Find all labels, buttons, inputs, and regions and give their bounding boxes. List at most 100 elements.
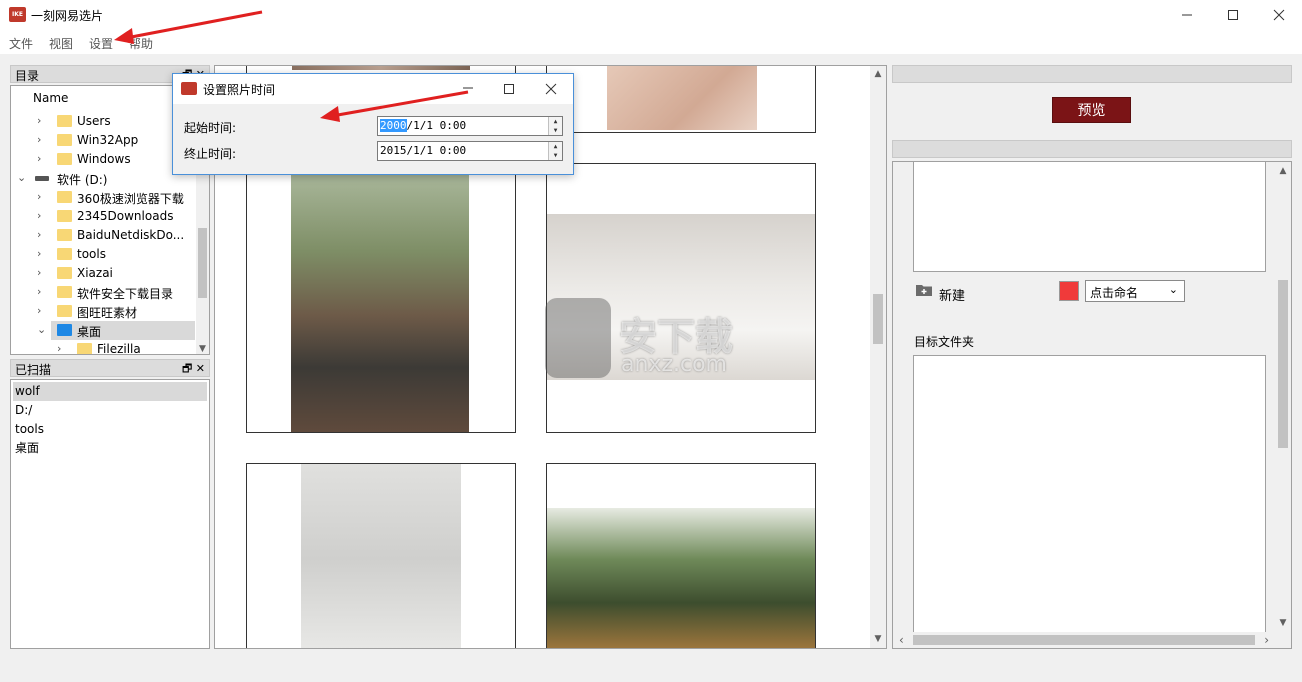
- new-button[interactable]: 新建: [939, 285, 965, 304]
- preview-button[interactable]: 预览: [1052, 97, 1131, 123]
- chevron-down-icon[interactable]: ⌄: [1169, 283, 1178, 296]
- end-time-value: 2015/1/1 0:00: [380, 144, 467, 157]
- tree-item-win32app[interactable]: › Win32App: [11, 131, 195, 150]
- photo-grid-scrollbar[interactable]: ▲ ▼: [870, 66, 886, 648]
- tree-item-label: Filezilla: [97, 342, 141, 355]
- scroll-down-icon[interactable]: ▼: [870, 634, 886, 644]
- scroll-down-icon[interactable]: ▼: [196, 344, 209, 354]
- scrollbar-thumb[interactable]: [198, 228, 207, 298]
- dialog-app-icon: [181, 82, 197, 95]
- menu-view[interactable]: 视图: [49, 35, 73, 52]
- tree-item-baidunetdisk[interactable]: › BaiduNetdiskDo...: [11, 226, 195, 245]
- maximize-icon: [1228, 10, 1238, 20]
- chevron-right-icon[interactable]: ›: [37, 228, 47, 241]
- window-title: 一刻网易选片: [31, 9, 104, 23]
- photo-card[interactable]: [546, 66, 816, 133]
- scroll-right-icon[interactable]: ›: [1264, 633, 1269, 647]
- tree-item-label: Windows: [77, 152, 131, 166]
- tree-item-windows[interactable]: › Windows: [11, 150, 195, 169]
- horizontal-scrollbar[interactable]: ‹ ›: [895, 632, 1275, 648]
- new-folder-icon[interactable]: [915, 283, 933, 297]
- chevron-right-icon[interactable]: ›: [37, 304, 47, 317]
- desktop-folder-icon: [57, 324, 72, 336]
- watermark-shield-icon: [545, 298, 611, 378]
- dialog-maximize-button[interactable]: [489, 74, 529, 104]
- tree-column-header[interactable]: Name: [33, 91, 68, 105]
- tree-item-360-downloads[interactable]: › 360极速浏览器下载: [11, 188, 195, 207]
- scroll-left-icon[interactable]: ‹: [899, 633, 904, 647]
- scroll-up-icon[interactable]: ▲: [1275, 166, 1291, 176]
- tree-item-tuwangwang[interactable]: › 图旺旺素材: [11, 302, 195, 321]
- end-time-spinner[interactable]: ▲ ▼: [548, 142, 562, 160]
- scroll-down-icon[interactable]: ▼: [1275, 618, 1291, 628]
- dialog-close-button[interactable]: [531, 74, 573, 104]
- tree-item-label: 360极速浏览器下载: [77, 192, 184, 206]
- photo-thumbnail[interactable]: [607, 66, 757, 130]
- chevron-right-icon[interactable]: ›: [37, 209, 47, 222]
- app-logo: IKE: [9, 7, 26, 22]
- chevron-down-icon[interactable]: ⌄: [37, 323, 47, 336]
- list-item[interactable]: tools: [13, 420, 207, 439]
- target-folder-label: 目标文件夹: [914, 335, 975, 349]
- photo-thumbnail[interactable]: [292, 66, 470, 70]
- scrollbar-thumb[interactable]: [873, 294, 883, 344]
- close-icon: [545, 83, 557, 95]
- scanned-list: wolf D:/ tools 桌面: [10, 379, 210, 649]
- list-item[interactable]: D:/: [13, 401, 207, 420]
- list-item[interactable]: wolf: [13, 382, 207, 401]
- category-list[interactable]: [913, 162, 1266, 272]
- chevron-right-icon[interactable]: ›: [37, 152, 47, 165]
- scanned-panel-header: 已扫描 🗗 ✕: [10, 359, 210, 377]
- scrollbar-thumb[interactable]: [913, 635, 1255, 645]
- folder-icon: [57, 305, 72, 317]
- minimize-button[interactable]: [1164, 0, 1210, 30]
- start-time-spinner[interactable]: ▲ ▼: [548, 117, 562, 135]
- chevron-down-icon[interactable]: ⌄: [17, 171, 27, 184]
- photo-card[interactable]: [246, 463, 516, 648]
- close-button[interactable]: [1256, 0, 1302, 30]
- tree-item-tools[interactable]: › tools: [11, 245, 195, 264]
- photo-thumbnail[interactable]: [301, 464, 461, 648]
- photo-card[interactable]: [546, 463, 816, 648]
- tree-item-xiazai[interactable]: › Xiazai: [11, 264, 195, 283]
- maximize-button[interactable]: [1210, 0, 1256, 30]
- minimize-icon: [1182, 14, 1192, 16]
- color-swatch[interactable]: [1059, 281, 1079, 301]
- tree-item-safe-download[interactable]: › 软件安全下载目录: [11, 283, 195, 302]
- folder-icon: [57, 267, 72, 279]
- tree-item-drive-d[interactable]: ⌄ 软件 (D:): [11, 169, 195, 188]
- photo-thumbnail[interactable]: [291, 174, 469, 432]
- category-panel: 新建 点击命名 ⌄ 目标文件夹 ‹ › ▲ ▼: [892, 161, 1292, 649]
- close-icon: [1273, 9, 1285, 21]
- name-dropdown[interactable]: 点击命名 ⌄: [1085, 280, 1185, 302]
- tree-item-label: Win32App: [77, 133, 139, 147]
- scrollbar-thumb[interactable]: [1278, 280, 1288, 448]
- target-folder-list[interactable]: [913, 355, 1266, 633]
- chevron-right-icon[interactable]: ›: [37, 133, 47, 146]
- list-item[interactable]: 桌面: [13, 439, 207, 458]
- photo-card[interactable]: [246, 163, 516, 433]
- directory-panel-title: 目录: [15, 69, 40, 83]
- tree-item-label: 图旺旺素材: [77, 306, 138, 320]
- tree-item-2345downloads[interactable]: › 2345Downloads: [11, 207, 195, 226]
- tree-item-label: 软件安全下载目录: [77, 287, 174, 301]
- end-time-input[interactable]: 2015/1/1 0:00 ▲ ▼: [377, 141, 563, 161]
- folder-icon: [57, 191, 72, 203]
- tree-item-users[interactable]: › Users: [11, 112, 195, 131]
- tree-item-desktop[interactable]: ⌄ 桌面: [37, 321, 195, 340]
- right-panel-header-bottom: [892, 140, 1292, 158]
- menu-file[interactable]: 文件: [9, 35, 33, 52]
- chevron-right-icon[interactable]: ›: [37, 247, 47, 260]
- tree-item-filezilla[interactable]: › Filezilla: [11, 340, 195, 355]
- panel-float-close-icons[interactable]: 🗗 ✕: [182, 360, 205, 379]
- annotation-arrow-icon: [114, 10, 263, 44]
- photo-thumbnail[interactable]: [547, 508, 815, 648]
- category-scrollbar[interactable]: ▲ ▼: [1275, 162, 1291, 632]
- end-time-label: 终止时间:: [184, 147, 237, 161]
- chevron-right-icon[interactable]: ›: [37, 114, 47, 127]
- chevron-right-icon[interactable]: ›: [37, 285, 47, 298]
- scroll-up-icon[interactable]: ▲: [870, 69, 886, 79]
- chevron-right-icon[interactable]: ›: [57, 342, 67, 354]
- chevron-right-icon[interactable]: ›: [37, 266, 47, 279]
- chevron-right-icon[interactable]: ›: [37, 190, 47, 203]
